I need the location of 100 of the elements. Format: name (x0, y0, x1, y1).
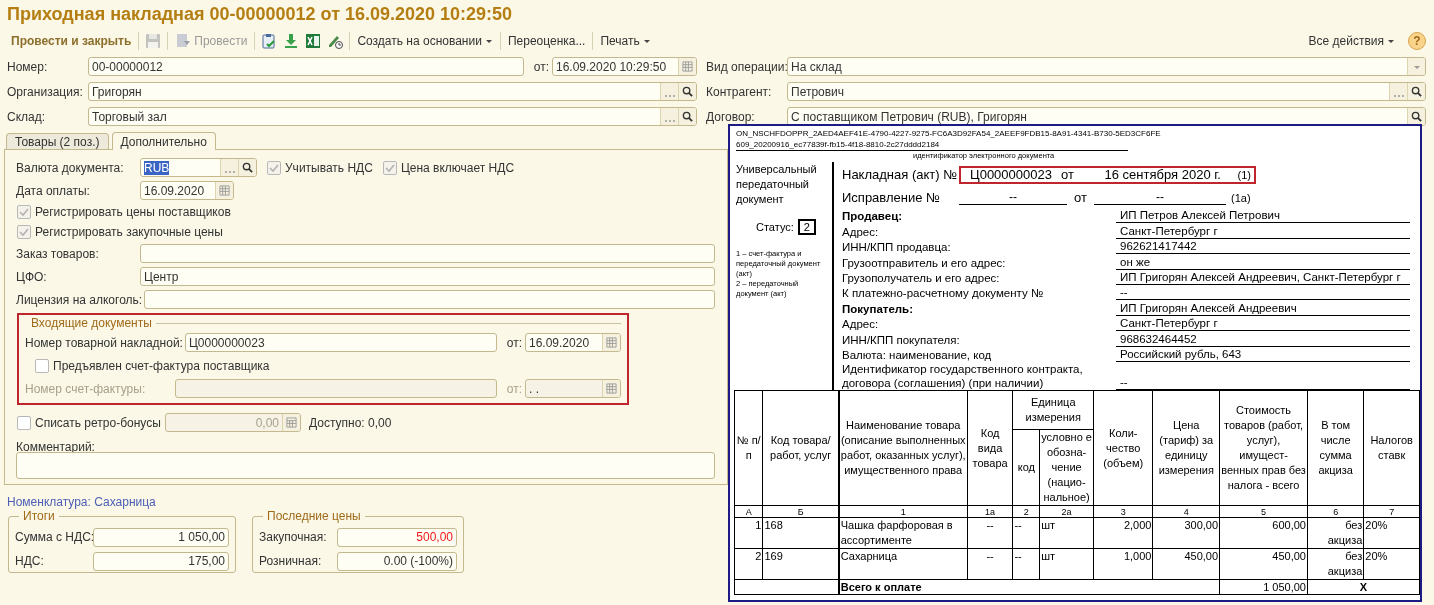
field-label: ИНН/КПП продавца: (842, 240, 952, 255)
more-icon[interactable] (663, 93, 676, 98)
status-label: Статус: (756, 221, 794, 233)
amount-field: 1 050,00 (93, 527, 229, 547)
correction-number: -- (959, 190, 1067, 205)
field-label: Продавец: (842, 209, 904, 224)
calendar-icon[interactable] (682, 61, 693, 72)
table-cell: -- (967, 517, 1013, 549)
window-title: Приходная накладная 00-00000012 от 16.09.2020 10:29:50 (6, 3, 514, 26)
help-button[interactable]: ? (1408, 32, 1426, 50)
more-icon[interactable] (223, 169, 236, 174)
field-label: Номер счет-фактуры: (25, 381, 147, 396)
select-field[interactable]: Торговый зал (88, 107, 697, 126)
select-field[interactable]: Петрович (787, 82, 1426, 101)
column-number: А (734, 505, 763, 518)
clipboard-check-icon[interactable] (261, 33, 278, 49)
table-cell: 300,00 (1152, 517, 1220, 549)
field-label: Склад: (7, 109, 47, 124)
search-icon[interactable] (242, 162, 253, 173)
total-amount: 1 050,00 (1219, 579, 1308, 595)
column-number: 1а (967, 505, 1013, 518)
input-field[interactable] (175, 379, 497, 398)
number-field[interactable]: 00-00000012 (88, 57, 524, 76)
table-cell: 1,000 (1093, 548, 1153, 580)
tab[interactable]: Дополнительно (111, 132, 216, 150)
nomenclature-link[interactable]: Номенклатура: Сахарница (7, 495, 156, 509)
currency-field[interactable]: RUB (140, 158, 257, 177)
field-label: Идентификатор государственного контракта, договора (соглашения) (при наличии) (842, 361, 1084, 390)
select-field[interactable]: С поставщиком Петрович (RUB), Григорян (787, 107, 1426, 126)
select-field[interactable]: Григорян (88, 82, 697, 101)
field-value: 962621417442 (1116, 239, 1410, 255)
post-and-close-button[interactable]: Провести и закрыть (10, 34, 133, 48)
more-icon[interactable] (1392, 93, 1405, 98)
amount-field: 175,00 (93, 551, 229, 571)
field-label: НДС: (15, 554, 45, 568)
calendar-icon[interactable] (606, 383, 617, 394)
document-id: ON_NSCHFDOPPR_2AED4AEF41E-4790-4227-9275-FC6A3D92FA54_2AEEF9FDB15-8A91-4341-B730-5ED3CF6FE (736, 128, 1161, 139)
menu-button[interactable]: Печать (599, 34, 652, 48)
table-cell: -- (1012, 517, 1040, 549)
more-icon[interactable] (663, 118, 676, 123)
field-label: Вид операции: (706, 59, 787, 74)
field-value: -- (1116, 374, 1410, 390)
dropdown-field[interactable]: На склад (787, 57, 1426, 76)
field-mark: (1) (1236, 168, 1251, 181)
pen-clock-icon[interactable] (327, 33, 344, 49)
calculator-icon[interactable] (286, 417, 297, 428)
comment-field[interactable] (16, 452, 715, 479)
field-value: ИП Григорян Алексей Андреевич (1116, 300, 1410, 316)
table-cell: -- (1012, 548, 1040, 580)
input-field[interactable] (144, 290, 715, 309)
all-actions-button[interactable]: Все действия (1307, 34, 1396, 48)
field-value: ИП Григорян Алексей Андреевич, Санкт-Петербург г (1116, 269, 1410, 285)
calendar-icon[interactable] (219, 185, 230, 196)
field-value: 968632464452 (1116, 331, 1410, 347)
date-field[interactable]: 16.09.2020 (525, 333, 621, 352)
field-label: К платежно-расчетному документу № (842, 286, 1045, 301)
search-icon[interactable] (1411, 111, 1422, 122)
column-number: 5 (1219, 505, 1308, 518)
column-header: В том числе сумма акциза (1307, 390, 1364, 506)
field-label: Организация: (7, 84, 84, 99)
field-label: от: (505, 381, 523, 396)
available-amount: Доступно: 0,00 (309, 415, 392, 430)
group-title: Итоги (19, 509, 59, 523)
column-header: Коли- чество (объем) (1093, 390, 1153, 506)
column-number: 3 (1093, 505, 1153, 518)
field-value: Санкт-Петербург г (1116, 223, 1410, 239)
menu-button[interactable]: Переоценка... (506, 34, 587, 48)
checkbox[interactable] (17, 415, 31, 430)
input-field[interactable]: Ц0000000023 (184, 333, 497, 352)
checkbox-label: Учитывать НДС (285, 160, 373, 175)
calendar-icon[interactable] (606, 337, 617, 348)
search-icon[interactable] (682, 111, 693, 122)
invoice-date: 16 сентября 2020 г. (1103, 167, 1221, 182)
search-icon[interactable] (1411, 86, 1422, 97)
date-field[interactable]: 16.09.2020 10:29:50 (552, 57, 697, 76)
download-icon[interactable] (283, 33, 300, 49)
column-number: 2а (1039, 505, 1094, 518)
field-value: Российский рубль, 643 (1116, 346, 1410, 362)
input-field[interactable] (140, 244, 715, 263)
spreadsheet-icon[interactable] (305, 33, 322, 49)
checkbox-label: Списать ретро-бонусы (35, 415, 162, 430)
tab[interactable]: Товары (2 поз.) (6, 133, 109, 149)
field-label: Номер товарной накладной: (25, 335, 184, 350)
menu-button[interactable]: Создать на основании (356, 34, 494, 48)
total-label: Всего к оплате (838, 579, 1220, 595)
column-number: 2 (1012, 505, 1040, 518)
search-icon[interactable] (682, 86, 693, 97)
field-label: Адрес: (842, 317, 880, 332)
invoice-label: Накладная (акт) № (842, 167, 959, 182)
input-field[interactable]: Центр (140, 267, 715, 286)
table-cell: шт (1039, 548, 1094, 580)
table-cell: 450,00 (1219, 548, 1308, 580)
field-label: Сумма с НДС: (15, 530, 93, 544)
date-field[interactable]: 16.09.2020 (140, 181, 234, 200)
checkbox[interactable] (35, 358, 49, 373)
document-icon (175, 33, 192, 49)
field-label: Грузополучатель и его адрес: (842, 270, 1001, 285)
field-label: Дата оплаты: (16, 183, 91, 198)
column-number: 6 (1307, 505, 1364, 518)
field-label: Адрес: (842, 224, 880, 239)
